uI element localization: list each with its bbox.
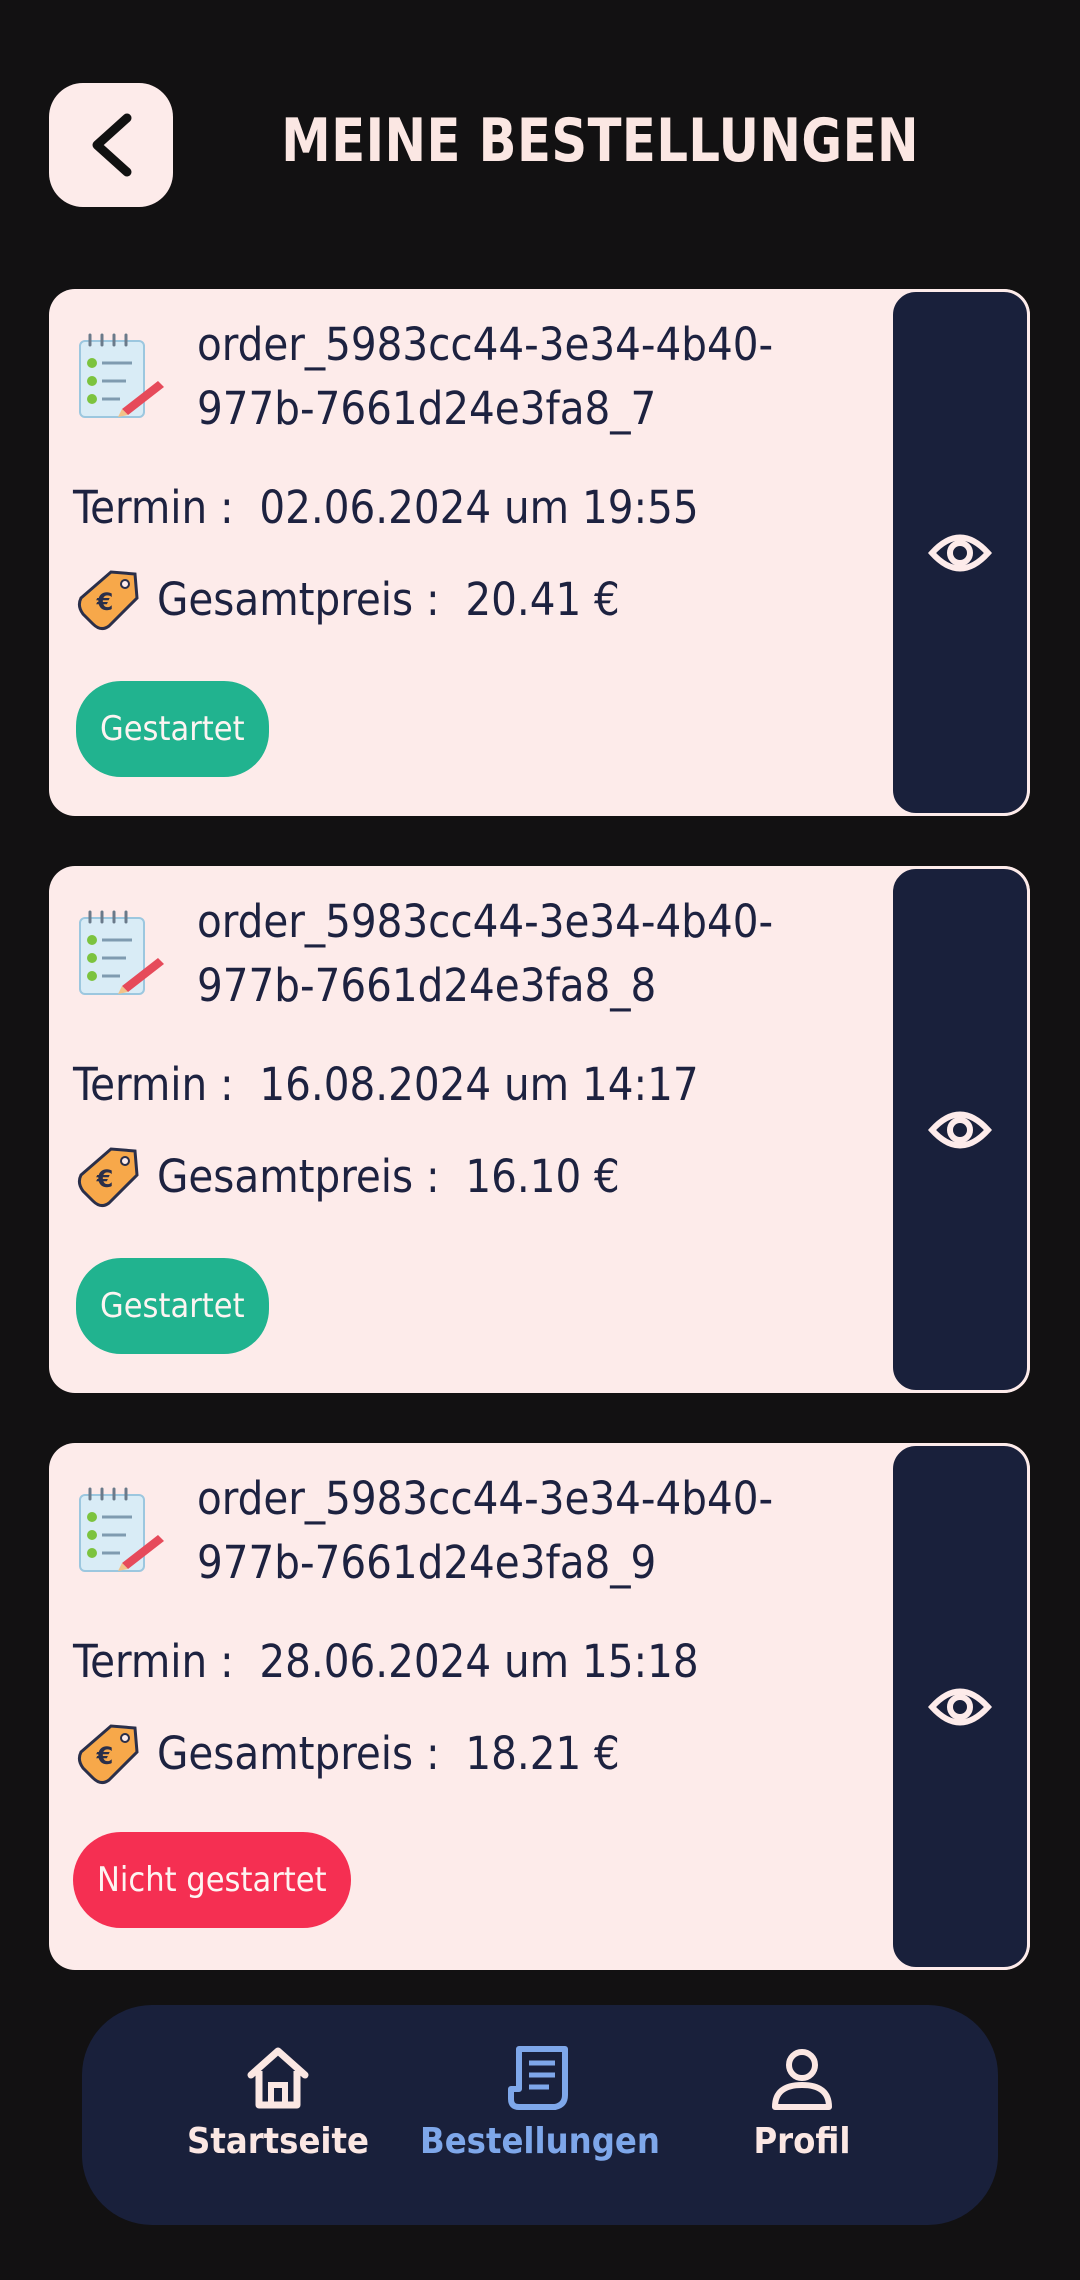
view-order-button[interactable] bbox=[890, 866, 1030, 1393]
order-price: € Gesamtpreis : 18.21 € bbox=[73, 1718, 620, 1788]
bottom-nav: Startseite Bestellungen Profil bbox=[82, 2005, 998, 2225]
price-tag-icon: € bbox=[77, 570, 139, 631]
eye-icon bbox=[928, 1688, 992, 1725]
price-tag-icon: € bbox=[77, 1724, 139, 1785]
receipt-icon bbox=[508, 2046, 568, 2110]
order-price: € Gesamtpreis : 16.10 € bbox=[73, 1141, 620, 1211]
checklist-icon bbox=[79, 910, 164, 995]
view-order-button[interactable] bbox=[890, 1443, 1030, 1970]
price-tag-icon: € bbox=[77, 1147, 139, 1208]
nav-item-home[interactable]: Startseite bbox=[148, 2045, 408, 2162]
order-list: order_5983cc44-3e34-4b40-977b-7661d24e3f… bbox=[49, 289, 1030, 2020]
price-value: 16.10 € bbox=[465, 1149, 620, 1203]
nav-item-profile[interactable]: Profil bbox=[672, 2045, 932, 2162]
order-card-body: order_5983cc44-3e34-4b40-977b-7661d24e3f… bbox=[49, 289, 889, 816]
nav-label-home: Startseite bbox=[187, 2121, 369, 2162]
status-badge: Gestartet bbox=[73, 1255, 272, 1357]
order-card: order_5983cc44-3e34-4b40-977b-7661d24e3f… bbox=[49, 866, 1030, 1393]
price-label: Gesamtpreis : bbox=[157, 572, 440, 626]
price-spacer bbox=[440, 1727, 466, 1780]
svg-text:€: € bbox=[96, 1742, 114, 1770]
termin-value: 02.06.2024 um 19:55 bbox=[259, 481, 699, 534]
order-date: Termin : 02.06.2024 um 19:55 bbox=[73, 481, 699, 534]
order-id: order_5983cc44-3e34-4b40-977b-7661d24e3f… bbox=[197, 318, 774, 435]
order-card: order_5983cc44-3e34-4b40-977b-7661d24e3f… bbox=[49, 1443, 1030, 1970]
checklist-icon bbox=[79, 1487, 164, 1572]
order-date: Termin : 16.08.2024 um 14:17 bbox=[73, 1058, 699, 1111]
price-value: 20.41 € bbox=[465, 572, 620, 626]
user-icon bbox=[772, 2049, 832, 2110]
nav-label-orders: Bestellungen bbox=[420, 2121, 660, 2162]
checklist-icon bbox=[79, 333, 164, 418]
eye-icon bbox=[928, 1111, 992, 1148]
price-label: Gesamtpreis : bbox=[157, 1726, 440, 1780]
home-icon bbox=[247, 2047, 309, 2109]
svg-text:€: € bbox=[96, 588, 114, 616]
view-order-button[interactable] bbox=[890, 289, 1030, 816]
termin-label: Termin : bbox=[73, 481, 234, 534]
svg-text:€: € bbox=[96, 1165, 114, 1193]
header: MEINE BESTELLUNGEN bbox=[0, 0, 1080, 290]
order-price: € Gesamtpreis : 20.41 € bbox=[73, 564, 620, 634]
price-label: Gesamtpreis : bbox=[157, 1149, 440, 1203]
order-id: order_5983cc44-3e34-4b40-977b-7661d24e3f… bbox=[197, 1472, 774, 1589]
order-card-body: order_5983cc44-3e34-4b40-977b-7661d24e3f… bbox=[49, 1443, 889, 1970]
termin-value: 16.08.2024 um 14:17 bbox=[259, 1058, 699, 1111]
order-date: Termin : 28.06.2024 um 15:18 bbox=[73, 1635, 699, 1688]
status-badge: Gestartet bbox=[73, 678, 272, 780]
price-value: 18.21 € bbox=[465, 1726, 620, 1780]
eye-icon bbox=[928, 534, 992, 571]
order-card-body: order_5983cc44-3e34-4b40-977b-7661d24e3f… bbox=[49, 866, 889, 1393]
termin-label: Termin : bbox=[73, 1058, 234, 1111]
price-spacer bbox=[440, 1150, 466, 1203]
nav-label-profile: Profil bbox=[753, 2121, 851, 2162]
page-title: MEINE BESTELLUNGEN bbox=[281, 106, 919, 176]
termin-value: 28.06.2024 um 15:18 bbox=[259, 1635, 699, 1688]
status-badge: Nicht gestartet bbox=[73, 1832, 351, 1928]
order-id: order_5983cc44-3e34-4b40-977b-7661d24e3f… bbox=[197, 895, 774, 1012]
nav-item-orders[interactable]: Bestellungen bbox=[410, 2045, 670, 2162]
termin-label: Termin : bbox=[73, 1635, 234, 1688]
order-card: order_5983cc44-3e34-4b40-977b-7661d24e3f… bbox=[49, 289, 1030, 816]
price-spacer bbox=[440, 573, 466, 626]
